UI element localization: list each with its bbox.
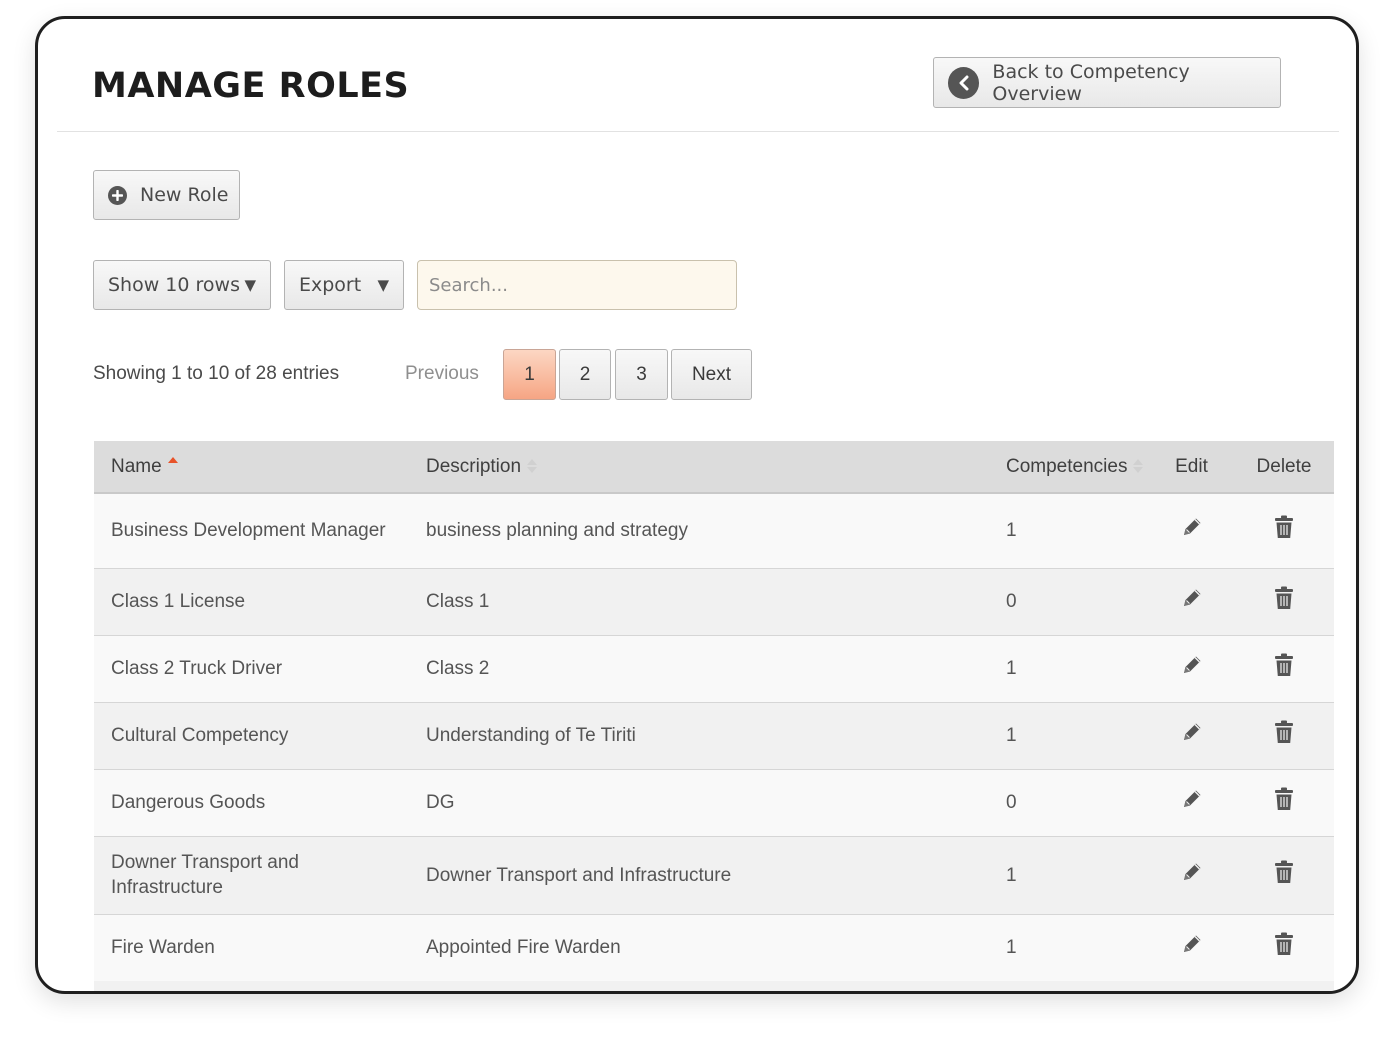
pagination-page-2[interactable]: 2 [559, 349, 611, 400]
column-header-delete: Delete [1234, 441, 1334, 494]
cell-delete [1234, 635, 1334, 703]
cell-edit [1149, 702, 1234, 770]
pencil-icon[interactable] [1179, 585, 1205, 618]
cell-competencies: 0 [989, 568, 1149, 636]
column-header-name[interactable]: Name [94, 441, 409, 494]
pencil-icon[interactable] [1179, 931, 1205, 964]
trash-icon[interactable] [1273, 514, 1295, 547]
cell-description: DG [409, 769, 989, 837]
cell-competencies: 1 [989, 914, 1149, 982]
table-row: Class 2 Truck Driver Class 21 [94, 635, 1334, 703]
sort-ascending-icon [167, 456, 178, 463]
cell-edit [1149, 769, 1234, 837]
cell-name: Dangerous Goods [94, 769, 409, 837]
trash-icon[interactable] [1273, 859, 1295, 892]
cell-name: Fire Warden [94, 914, 409, 982]
trash-icon[interactable] [1273, 585, 1295, 618]
new-role-button[interactable]: New Role [93, 170, 240, 220]
pagination-previous[interactable]: Previous [405, 363, 479, 385]
table-row: Fire Warden Appointed Fire Warden 1 [94, 914, 1334, 982]
export-label: Export [299, 274, 362, 296]
cell-description: Appointed Fire Warden [409, 914, 989, 982]
column-header-competencies-label: Competencies [1006, 455, 1128, 477]
column-header-description-label: Description [426, 455, 522, 477]
pencil-icon[interactable] [1179, 859, 1205, 892]
pencil-icon[interactable] [1179, 719, 1205, 752]
export-dropdown[interactable]: Export ▼ [284, 260, 404, 310]
back-button-label: Back to Competency Overview [992, 60, 1190, 105]
sort-icon [1133, 458, 1144, 473]
cell-edit [1149, 493, 1234, 569]
cell-description: Class 1 [409, 568, 989, 636]
cell-delete [1234, 702, 1334, 770]
cell-name: Cultural Competency [94, 702, 409, 770]
table-row: Downer Transport and Infrastructure Downe… [94, 836, 1334, 915]
cell-description: Class 2 [409, 635, 989, 703]
sort-icon [527, 458, 538, 473]
cell-delete [1234, 493, 1334, 569]
plus-circle-icon [108, 185, 127, 205]
cell-name: Class 2 Truck Driver [94, 635, 409, 703]
cell-competencies: 1 [989, 493, 1149, 569]
caret-down-icon: ▼ [244, 276, 256, 294]
table-row: Dangerous Goods DG 0 [94, 769, 1334, 837]
pencil-icon[interactable] [1179, 514, 1205, 547]
entries-info: Showing 1 to 10 of 28 entries [93, 363, 340, 384]
cell-edit [1149, 635, 1234, 703]
cell-delete [1234, 914, 1334, 982]
cell-edit [1149, 836, 1234, 915]
trash-icon[interactable] [1273, 786, 1295, 819]
pagination-page-3[interactable]: 3 [615, 349, 668, 400]
column-header-description[interactable]: Description [409, 441, 989, 494]
rows-per-page-label: Show 10 rows [108, 274, 240, 296]
cell-delete [1234, 769, 1334, 837]
table-row: Class 1 License Class 10 [94, 568, 1334, 636]
cell-edit [1149, 568, 1234, 636]
trash-icon[interactable] [1273, 652, 1295, 685]
rows-per-page-dropdown[interactable]: Show 10 rows ▼ [93, 260, 271, 310]
cell-delete [1234, 836, 1334, 915]
cell-description: Understanding of Te Tiriti [409, 702, 989, 770]
trash-icon[interactable] [1273, 719, 1295, 752]
cell-competencies: 1 [989, 836, 1149, 915]
cell-edit [1149, 914, 1234, 982]
roles-table: Name Description Competencies Edit Delet… [94, 441, 1334, 982]
table-header-row: Name Description Competencies Edit Delet… [94, 441, 1334, 494]
pencil-icon[interactable] [1179, 786, 1205, 819]
page-header: MANAGE ROLES Back to Competency Overview [57, 19, 1339, 132]
table-row-partial [94, 981, 1334, 991]
pencil-icon[interactable] [1179, 652, 1205, 685]
cell-competencies: 0 [989, 769, 1149, 837]
cell-delete [1234, 568, 1334, 636]
pagination-page-1[interactable]: 1 [503, 349, 556, 400]
back-to-overview-button[interactable]: Back to Competency Overview [933, 57, 1281, 108]
cell-name: Class 1 License [94, 568, 409, 636]
column-header-edit: Edit [1149, 441, 1234, 494]
page-title: MANAGE ROLES [92, 66, 410, 106]
pagination-next[interactable]: Next [671, 349, 752, 400]
cell-name: Business Development Manager [94, 493, 409, 569]
table-row: Cultural Competency Understanding of Te T… [94, 702, 1334, 770]
cell-competencies: 1 [989, 635, 1149, 703]
cell-description: business planning and strategy [409, 493, 989, 569]
new-role-label: New Role [140, 184, 229, 206]
column-header-competencies[interactable]: Competencies [989, 441, 1149, 494]
trash-icon[interactable] [1273, 931, 1295, 964]
app-frame: MANAGE ROLES Back to Competency Overview… [35, 16, 1359, 994]
caret-down-icon: ▼ [377, 276, 389, 294]
cell-description: Downer Transport and Infrastructure [409, 836, 989, 915]
cell-name: Downer Transport and Infrastructure [94, 836, 409, 915]
table-row: Business Development Manager business pla… [94, 493, 1334, 569]
column-header-name-label: Name [111, 455, 162, 477]
cell-competencies: 1 [989, 702, 1149, 770]
chevron-left-icon [948, 66, 980, 99]
search-input[interactable] [417, 260, 737, 310]
